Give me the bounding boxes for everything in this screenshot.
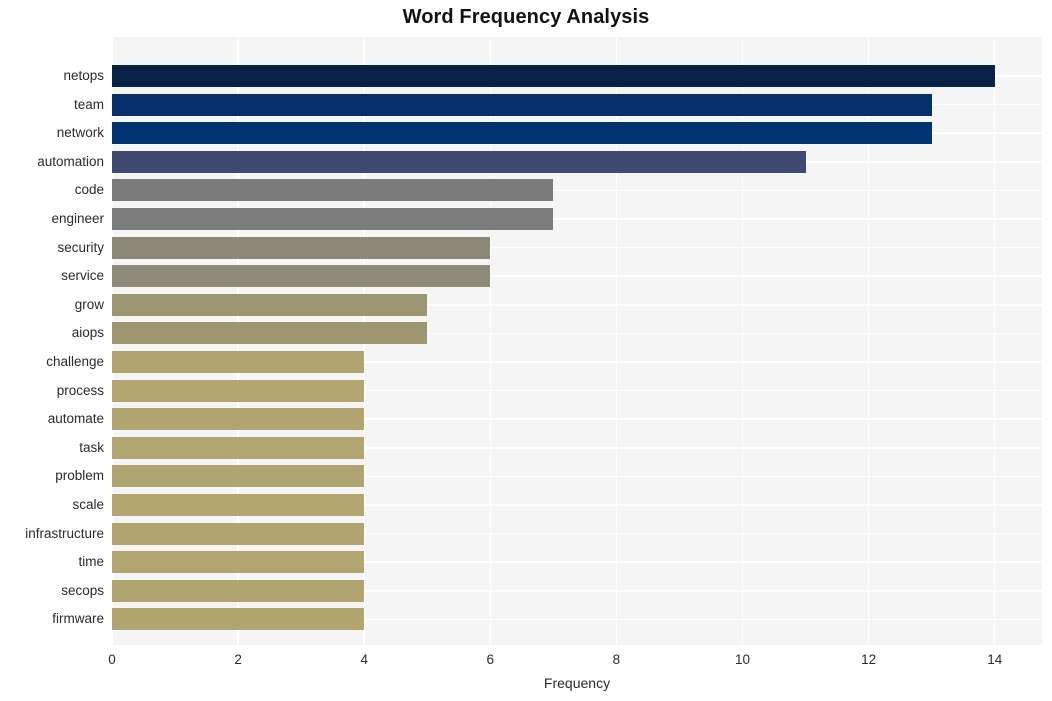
x-axis-tick-label: 6 (486, 652, 495, 667)
y-axis-tick-label: code (74, 182, 104, 198)
bar[interactable] (112, 351, 365, 373)
y-axis-tick-label: process (56, 382, 104, 398)
bar[interactable] (112, 408, 365, 431)
bar[interactable] (112, 293, 428, 316)
word-frequency-bar-chart: Word Frequency Analysis netops team networ… (0, 0, 1052, 701)
bar[interactable] (112, 65, 995, 88)
chart-title: Word Frequency Analysis (402, 6, 650, 28)
bar[interactable] (112, 322, 428, 345)
bar[interactable] (112, 122, 932, 145)
bar[interactable] (112, 494, 365, 516)
y-axis-tick-label: team (73, 96, 104, 112)
bar[interactable] (112, 150, 806, 173)
x-axis-tick-label: 0 (108, 652, 116, 667)
x-axis-tick-label: 12 (861, 652, 877, 667)
x-axis-tick-labels: 0 2 4 6 8 10 12 14 (0, 645, 1052, 675)
vertical-gridline (993, 37, 996, 645)
bar[interactable] (112, 551, 365, 574)
x-axis-title: Frequency (543, 675, 611, 691)
y-axis-tick-label: task (79, 439, 104, 455)
y-axis-tick-label: security (57, 239, 104, 255)
bar[interactable] (112, 236, 491, 259)
x-axis-tick-label: 14 (987, 652, 1003, 667)
y-axis-tick-label: netops (63, 68, 104, 84)
bar[interactable] (112, 436, 365, 459)
x-axis-tick-label: 10 (734, 652, 751, 667)
x-axis-tick-label: 2 (234, 652, 242, 667)
bar[interactable] (112, 208, 554, 231)
y-axis-tick-label: firmware (52, 611, 104, 627)
bar[interactable] (112, 522, 365, 545)
bar[interactable] (112, 608, 365, 631)
y-axis-tick-label: grow (74, 296, 104, 312)
x-axis-tick-label: 8 (612, 652, 621, 667)
y-axis-tick-label: time (78, 554, 104, 570)
y-axis-tick-label: problem (55, 468, 104, 484)
y-axis-tick-label: challenge (46, 354, 104, 369)
bar[interactable] (112, 265, 491, 288)
y-axis-tick-label: engineer (51, 211, 104, 227)
bar[interactable] (112, 465, 365, 488)
y-axis-tick-label: aiops (71, 325, 104, 341)
plot-area (112, 37, 1042, 645)
y-axis-tick-label: scale (72, 497, 104, 512)
y-axis-tick-label: secops (61, 582, 104, 598)
y-axis-tick-label: network (56, 125, 104, 141)
y-axis-tick-label: infrastructure (25, 525, 104, 541)
bar[interactable] (112, 379, 365, 402)
x-axis-tick-label: 4 (360, 652, 368, 667)
bar[interactable] (112, 579, 365, 602)
y-axis-tick-label: service (61, 268, 104, 284)
bar[interactable] (112, 93, 932, 116)
y-axis-tick-label: automate (47, 411, 104, 427)
bar[interactable] (112, 179, 554, 202)
y-axis-category-labels: netops team network automation code engineer s… (0, 37, 104, 645)
y-axis-tick-label: automation (37, 153, 104, 169)
